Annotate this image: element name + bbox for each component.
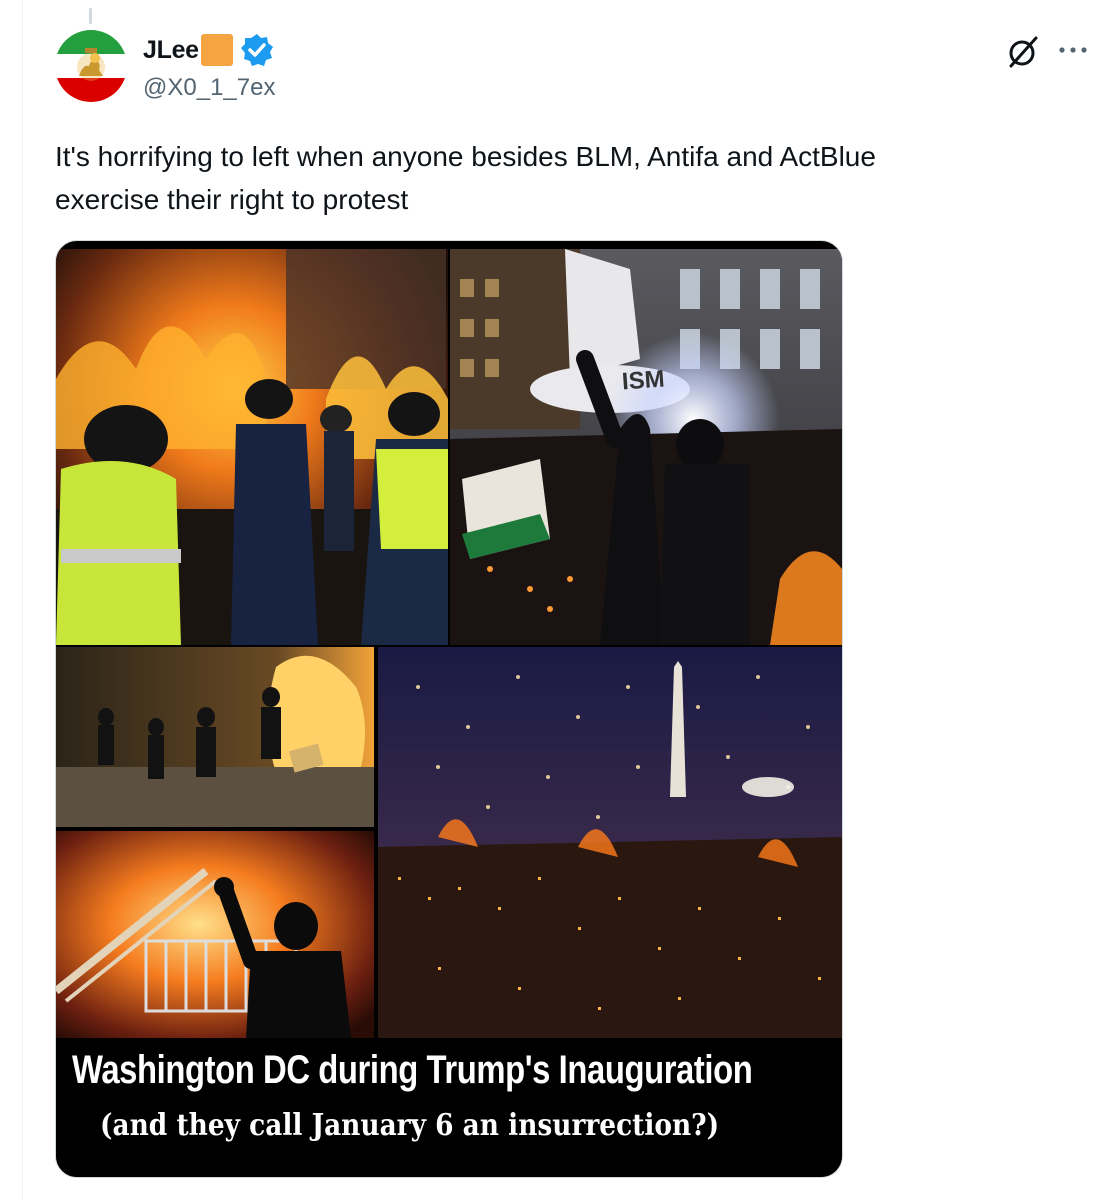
collage-photo-protest-march: ISM — [450, 249, 842, 645]
verified-badge-icon[interactable] — [240, 33, 274, 67]
protest-sign-text: ISM — [621, 365, 666, 396]
tweet-text-line: exercise their right to protest — [55, 184, 409, 215]
collage-photo-dc-skyline — [378, 647, 842, 1038]
collage-photo-police-fire — [56, 249, 448, 645]
tweet-media-image[interactable]: ISM Washington DC during Trump's Inaugur… — [55, 240, 843, 1178]
collage-photo-raised-fist — [56, 831, 374, 1038]
flag-emoji-icon — [201, 34, 233, 66]
collage-photo-street-riot — [56, 647, 374, 827]
thread-connector-line — [89, 8, 92, 24]
timeline-border — [22, 0, 23, 1200]
media-caption-title: Washington DC during Trump's Inauguratio… — [72, 1048, 753, 1092]
grok-icon[interactable] — [1005, 34, 1041, 70]
author-avatar[interactable] — [55, 30, 127, 102]
media-caption-subtitle: (and they call January 6 an insurrection… — [100, 1108, 720, 1143]
tweet-text-line: It's horrifying to left when anyone besi… — [55, 141, 876, 172]
more-options-icon[interactable] — [1058, 38, 1088, 62]
tweet-text: It's horrifying to left when anyone besi… — [55, 135, 1055, 221]
media-caption-banner: Washington DC during Trump's Inauguratio… — [56, 1038, 842, 1177]
author-handle[interactable]: @X0_1_7ex — [143, 74, 275, 102]
author-name[interactable]: JLee — [143, 36, 199, 65]
